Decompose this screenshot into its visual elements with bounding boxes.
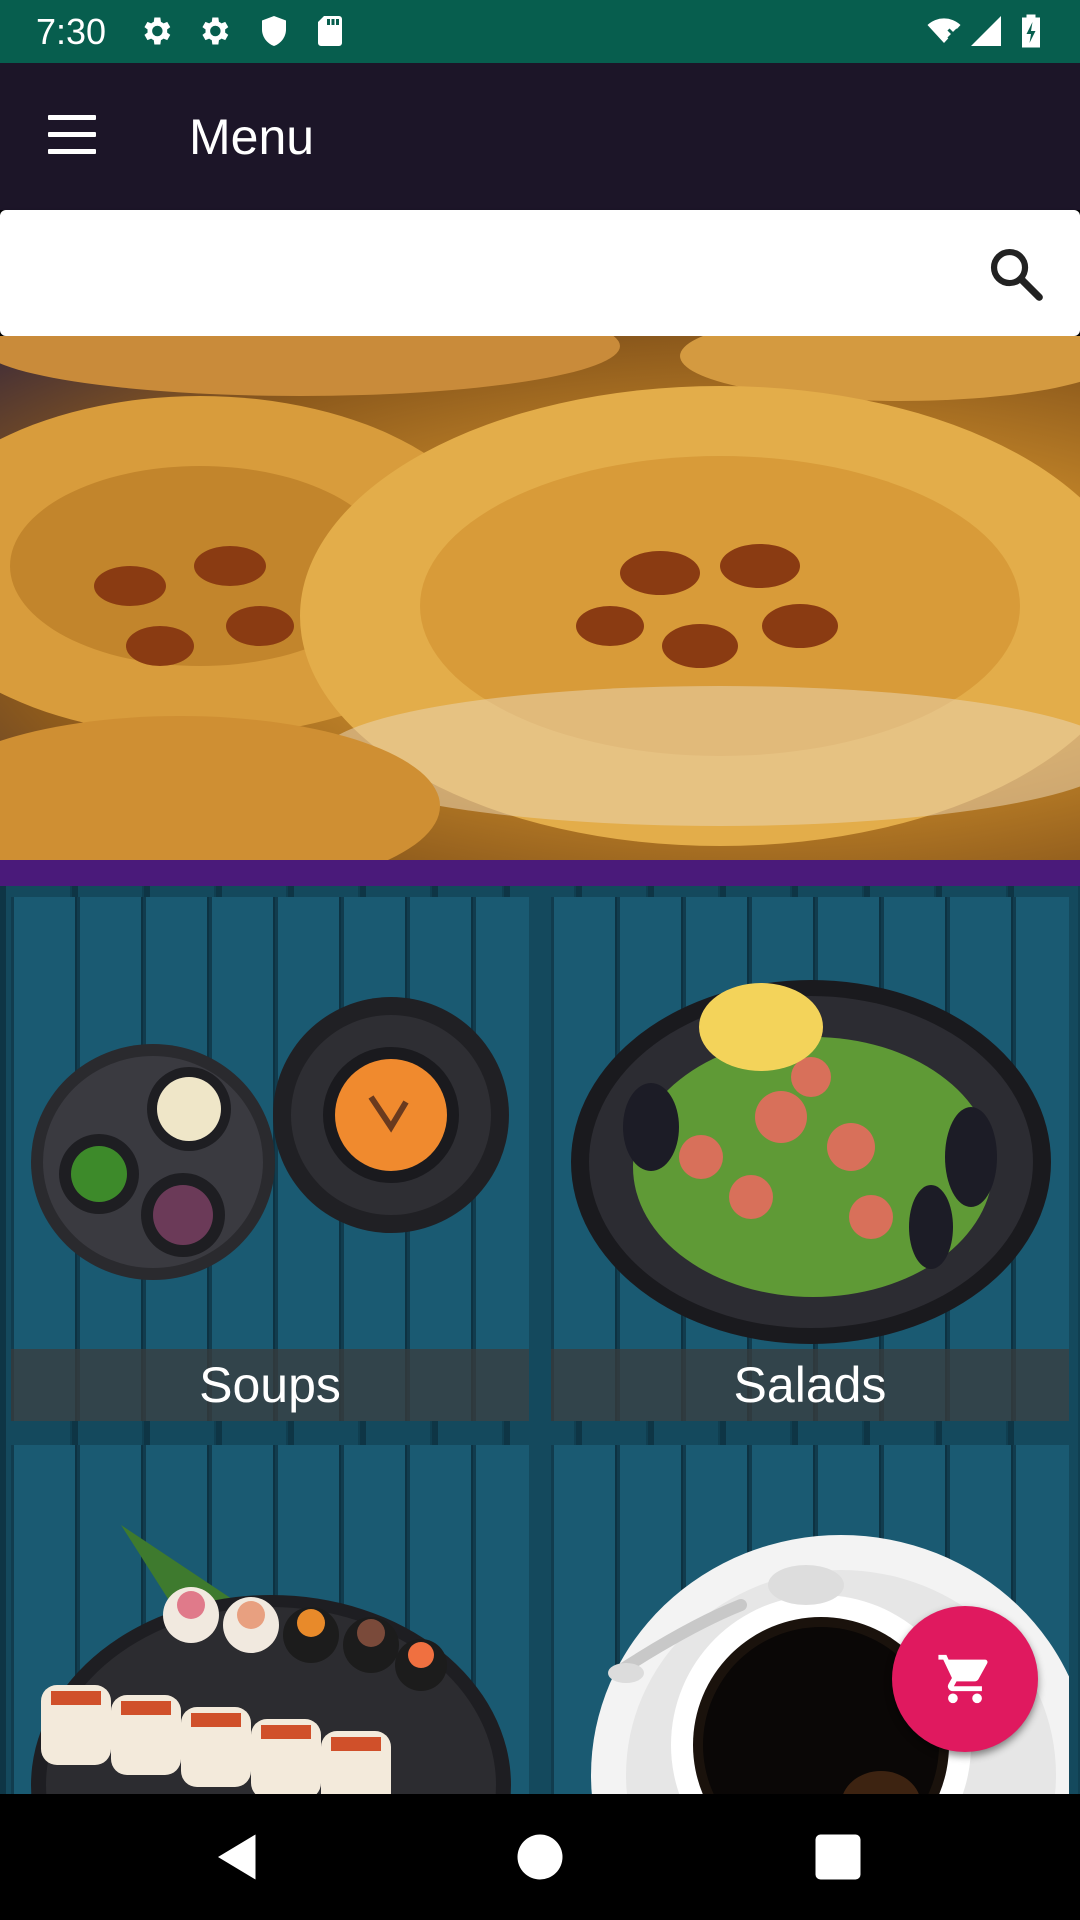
settings-icon: [144, 17, 171, 45]
sd-card-icon: [318, 16, 342, 46]
hamburger-menu-icon[interactable]: [40, 113, 100, 161]
search-input[interactable]: [20, 230, 960, 316]
settings-icon: [202, 17, 229, 45]
page-title: Menu: [189, 109, 315, 165]
cart-fab-button[interactable]: [892, 1606, 1038, 1752]
search-icon[interactable]: [985, 243, 1047, 305]
category-label: Salads: [551, 1349, 1069, 1421]
hero-banner-image: [0, 336, 1080, 860]
shield-icon: [262, 16, 286, 46]
soups-image: [31, 997, 509, 1280]
category-tile-soups[interactable]: Soups: [11, 897, 529, 1421]
app-bar: Menu: [0, 63, 1080, 210]
wifi-icon: [927, 18, 961, 43]
salads-image: [571, 980, 1051, 1344]
back-icon[interactable]: [208, 1827, 268, 1887]
search-bar: [0, 210, 1080, 336]
home-icon[interactable]: [510, 1827, 570, 1887]
signal-icon: [971, 16, 1001, 46]
system-nav-bar: [0, 1794, 1080, 1920]
shopping-cart-icon: [938, 1654, 988, 1704]
recents-icon[interactable]: [808, 1827, 868, 1887]
category-tile-salads[interactable]: Salads: [551, 897, 1069, 1421]
status-time: 7:30: [36, 11, 107, 52]
accent-strip: [0, 860, 1080, 886]
status-bar: 7:30: [0, 0, 1080, 63]
category-label: Soups: [11, 1349, 529, 1421]
battery-icon: [1022, 14, 1040, 48]
